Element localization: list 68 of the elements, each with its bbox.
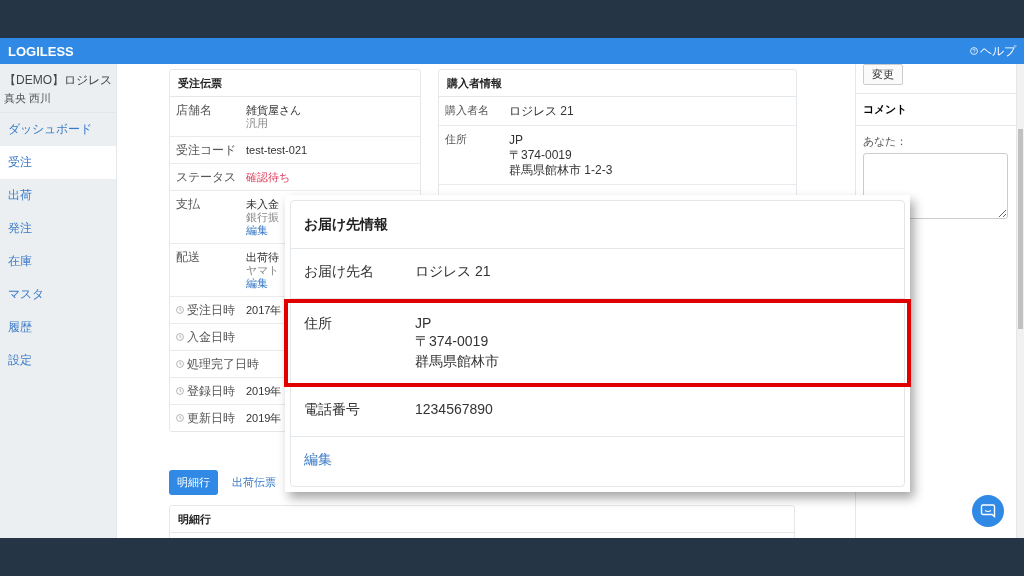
nav-item[interactable]: 在庫 (0, 245, 116, 278)
field-value: ロジレス 21 (509, 104, 574, 118)
account-name[interactable]: 【DEMO】ロジレス (4, 72, 112, 89)
edit-link[interactable]: 編集 (246, 277, 279, 289)
field-label: 購入者名 (445, 104, 489, 116)
change-button[interactable]: 変更 (863, 64, 903, 85)
field-label: お届け先名 (304, 263, 375, 281)
field-label: 処理完了日時 (187, 358, 259, 370)
card-title: 購入者情報 (439, 70, 796, 97)
field-label: 受注コード (176, 144, 236, 156)
card-title: 明細行 (170, 506, 794, 533)
field-value: 汎用 (246, 117, 269, 129)
field-value: JP (509, 133, 524, 147)
nav-item[interactable]: 受注 (0, 146, 116, 179)
nav-item[interactable]: 設定 (0, 344, 116, 377)
clock-icon (176, 360, 184, 368)
field-label: 住所 (445, 133, 467, 145)
field-label: 受注日時 (187, 304, 235, 316)
field-label: 住所 (304, 315, 333, 333)
chat-icon (980, 503, 996, 519)
field-value: 1234567890 (415, 401, 493, 417)
nav-item[interactable]: 履歴 (0, 311, 116, 344)
clock-icon (176, 333, 184, 341)
edit-link[interactable]: 編集 (304, 451, 332, 467)
field-label: 配送 (176, 251, 200, 263)
field-value: JP (415, 315, 432, 331)
user-name: 真央 西川 (4, 91, 53, 106)
field-value: 〒374-0019 (509, 148, 573, 162)
edit-link[interactable]: 編集 (246, 224, 279, 236)
clock-icon (176, 414, 184, 422)
field-value: 群馬県館林市 1-2-3 (509, 163, 613, 177)
field-value: 群馬県館林市 (415, 353, 499, 371)
clock-icon (176, 387, 184, 395)
help-icon (970, 47, 978, 55)
field-value: 〒374-0019 (415, 333, 489, 351)
field-value: 2017年 (246, 304, 282, 316)
field-label: 電話番号 (304, 401, 361, 419)
field-label: 更新日時 (187, 412, 235, 424)
nav-item[interactable]: マスタ (0, 278, 116, 311)
field-value: 確認待ち (246, 171, 290, 183)
tab[interactable]: 出荷伝票 (224, 470, 284, 495)
field-value: ヤマト (246, 264, 279, 276)
field-value: 2019年 (246, 385, 282, 397)
field-label: ステータス (176, 171, 236, 183)
nav-item[interactable]: ダッシュボード (0, 113, 116, 146)
field-label: 入金日時 (187, 331, 235, 343)
field-value: test-test-021 (246, 144, 308, 156)
scrollbar[interactable] (1017, 64, 1024, 538)
chat-button[interactable] (972, 495, 1004, 527)
card-title: 受注伝票 (170, 70, 420, 97)
field-value: 雑貨屋さん (246, 104, 301, 116)
field-value: ロジレス 21 (415, 263, 491, 281)
field-value: 2019年 (246, 412, 282, 424)
help-link[interactable]: ヘルプ (970, 42, 1016, 60)
field-value: 出荷待 (246, 251, 279, 263)
app-logo[interactable]: LOGILESS (8, 43, 74, 59)
field-value: 未入金 (246, 198, 279, 210)
field-label: 登録日時 (187, 385, 235, 397)
field-value: 銀行振 (246, 211, 279, 223)
comment-label: あなた： (863, 134, 908, 149)
nav-item[interactable]: 出荷 (0, 179, 116, 212)
field-label: 支払 (176, 198, 200, 210)
callout-title: お届け先情報 (291, 201, 904, 249)
tab[interactable]: 明細行 (169, 470, 218, 495)
field-label: 店舗名 (176, 104, 212, 116)
nav-item[interactable]: 発注 (0, 212, 116, 245)
clock-icon (176, 306, 184, 314)
comment-title: コメント (856, 94, 1016, 126)
